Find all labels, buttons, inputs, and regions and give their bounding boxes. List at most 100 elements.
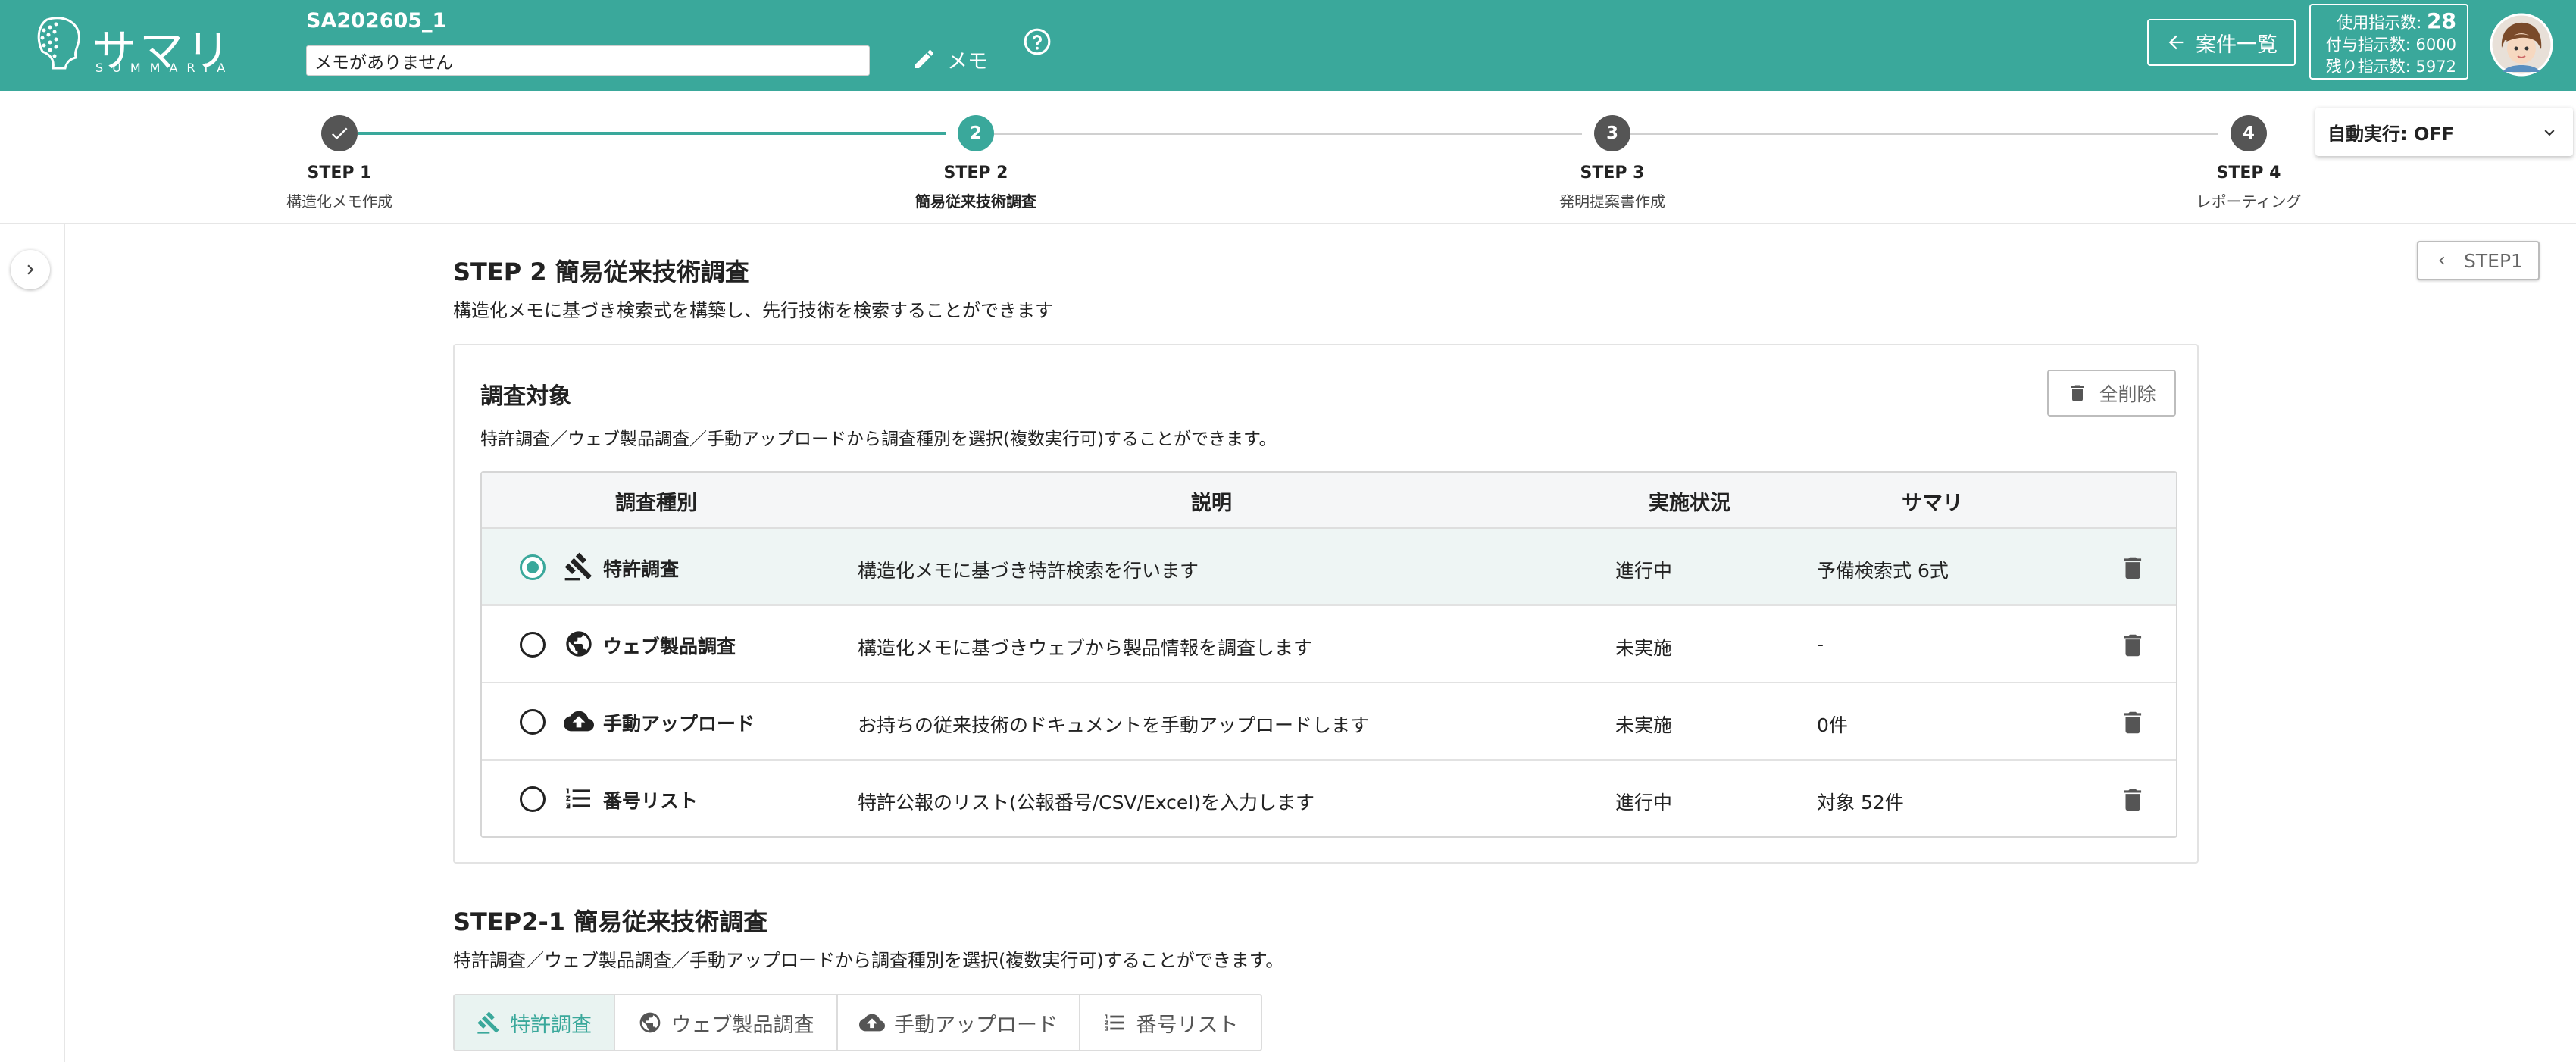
radio-button[interactable] (520, 632, 546, 658)
logo-text-en: SUMMARIA (95, 61, 235, 75)
survey-type-table: 調査種別 説明 実施状況 サマリ 特許調査 構造化メモに基づき特許検索を行います… (480, 471, 2177, 838)
case-list-label: 案件一覧 (2196, 33, 2277, 57)
row-description: お持ちの従来技術のドキュメントを手動アップロードします (858, 714, 1370, 736)
step-2-indicator[interactable]: 2 (958, 115, 994, 151)
case-list-button[interactable]: 案件一覧 (2147, 19, 2296, 66)
column-header-type: 調査種別 (615, 492, 697, 515)
section-subtitle: 特許調査／ウェブ製品調査／手動アップロードから調査種別を選択(複数実行可)するこ… (453, 950, 1284, 971)
tab-manual-upload[interactable]: 手動アップロード (838, 995, 1080, 1050)
trash-icon (2071, 385, 2084, 401)
step-4-desc: レポーティング (2196, 192, 2302, 211)
tab-label: 手動アップロード (894, 1013, 1058, 1037)
step-3-desc: 発明提案書作成 (1559, 192, 1665, 211)
radio-button[interactable] (520, 554, 546, 580)
list-icon (566, 788, 590, 809)
step-1-indicator[interactable] (321, 115, 358, 151)
section-title: STEP2-1 簡易従来技術調査 (453, 907, 768, 936)
row-type-label: ウェブ製品調査 (603, 636, 736, 658)
globe-icon (639, 1012, 660, 1033)
radio-button[interactable] (520, 786, 546, 812)
row-status: 進行中 (1615, 560, 1673, 582)
memo-edit-button[interactable]: メモ (912, 42, 988, 76)
page-subtitle: 構造化メモに基づき検索式を構築し、先行技術を検索することができます (453, 300, 1053, 321)
step-4-indicator[interactable]: 4 (2231, 115, 2267, 151)
gavel-icon (564, 552, 592, 581)
tab-number-list[interactable]: 番号リスト (1080, 995, 1261, 1050)
tab-label: ウェブ製品調査 (671, 1013, 814, 1037)
tab-label: 特許調査 (510, 1013, 592, 1037)
table-row[interactable]: ウェブ製品調査 構造化メモに基づきウェブから製品情報を調査します 未実施 - (482, 606, 2176, 683)
trash-icon[interactable] (2118, 707, 2147, 738)
card-subtitle: 特許調査／ウェブ製品調査／手動アップロードから調査種別を選択(複数実行可)するこ… (480, 429, 1277, 449)
row-summary: 対象 52件 (1817, 792, 1904, 814)
usage-remaining-line: 残り指示数: 5972 (2321, 56, 2456, 78)
sidebar-expand-button[interactable] (11, 250, 50, 289)
row-status: 未実施 (1615, 637, 1673, 659)
case-id: SA202605_1 (306, 9, 447, 33)
back-to-step1-button[interactable]: STEP1 (2417, 241, 2540, 280)
row-status: 未実施 (1615, 714, 1673, 736)
tab-patent-search[interactable]: 特許調査 (455, 995, 615, 1050)
logo-face-icon (37, 17, 80, 70)
usage-granted-line: 付与指示数: 6000 (2321, 34, 2456, 56)
left-sidebar (0, 224, 65, 1062)
row-type-label: 手動アップロード (603, 713, 755, 735)
step-2-label: STEP 2 (943, 164, 1008, 183)
survey-target-card: 調査対象 特許調査／ウェブ製品調査／手動アップロードから調査種別を選択(複数実行… (453, 344, 2199, 864)
delete-all-label: 全削除 (2099, 383, 2156, 405)
pencil-icon (915, 49, 934, 68)
avatar-icon (2490, 13, 2553, 77)
usage-granted-value: 6000 (2415, 36, 2456, 54)
step-1-desc: 構造化メモ作成 (286, 192, 392, 211)
row-type-label: 特許調査 (603, 558, 680, 580)
app-header: サマリア SUMMARIA SA202605_1 メモ 案件一覧 使用指示数: … (0, 0, 2576, 140)
table-row[interactable]: 番号リスト 特許公報のリスト(公報番号/CSV/Excel)を入力します 進行中… (482, 761, 2176, 836)
usage-remaining-value: 5972 (2415, 58, 2456, 76)
tab-web-product-search[interactable]: ウェブ製品調査 (615, 995, 838, 1050)
row-summary: - (1817, 633, 1824, 655)
auto-run-select[interactable]: 自動実行: OFF (2315, 108, 2573, 156)
summaria-logo[interactable]: サマリア SUMMARIA (32, 14, 259, 140)
delete-all-button[interactable]: 全削除 (2047, 370, 2176, 417)
table-row[interactable]: 特許調査 構造化メモに基づき特許検索を行います 進行中 予備検索式 6式 (482, 529, 2176, 606)
row-description: 構造化メモに基づきウェブから製品情報を調査します (858, 637, 1313, 659)
radio-button[interactable] (520, 709, 546, 735)
step-3-indicator[interactable]: 3 (1594, 115, 1630, 151)
column-header-description: 説明 (1191, 492, 1232, 515)
check-icon (331, 127, 348, 140)
table-header: 調査種別 説明 実施状況 サマリ (482, 473, 2176, 529)
column-header-summary: サマリ (1902, 492, 1963, 515)
trash-icon[interactable] (2118, 630, 2147, 661)
step-connector-3-4 (1630, 133, 2218, 135)
step-3-label: STEP 3 (1580, 164, 1645, 183)
cloud-upload-icon (859, 1014, 885, 1032)
column-header-status: 実施状況 (1649, 492, 1730, 515)
survey-type-tabs: 特許調査 ウェブ製品調査 手動アップロード 番号リスト (453, 994, 1262, 1051)
arrow-left-icon (2168, 35, 2184, 50)
memo-input[interactable] (306, 45, 870, 76)
usage-used-label: 使用指示数: (2337, 14, 2422, 32)
auto-run-label: 自動実行: OFF (2327, 123, 2455, 145)
card-title: 調査対象 (480, 383, 571, 410)
step-1-label: STEP 1 (307, 164, 372, 183)
table-row[interactable]: 手動アップロード お持ちの従来技術のドキュメントを手動アップロードします 未実施… (482, 683, 2176, 761)
globe-icon (566, 631, 592, 657)
usage-remaining-label: 残り指示数: (2325, 58, 2411, 76)
help-button[interactable] (1023, 27, 1052, 56)
row-type-label: 番号リスト (603, 790, 699, 812)
user-avatar[interactable] (2490, 13, 2553, 77)
help-icon (1024, 28, 1051, 55)
row-summary: 0件 (1817, 714, 1848, 736)
cloud-upload-icon (564, 711, 594, 732)
usage-used-value: 28 (2427, 8, 2456, 33)
tab-label: 番号リスト (1136, 1013, 1239, 1037)
gavel-icon (477, 1011, 499, 1034)
chevron-down-icon (2544, 130, 2555, 136)
step-connector-2-3 (994, 133, 1582, 135)
row-summary: 予備検索式 6式 (1817, 560, 1949, 582)
list-icon (1105, 1014, 1124, 1031)
memo-button-label: メモ (947, 49, 988, 73)
trash-icon[interactable] (2118, 785, 2147, 815)
back-to-step1-label: STEP1 (2464, 249, 2523, 272)
trash-icon[interactable] (2118, 553, 2147, 583)
